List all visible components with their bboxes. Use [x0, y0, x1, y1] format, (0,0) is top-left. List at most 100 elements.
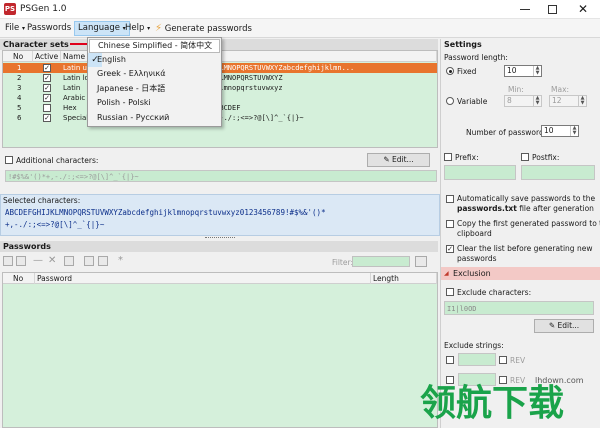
save-as-icon[interactable]: [98, 256, 108, 266]
selected-chars-line1: ABCDEFGHIJKLMNOPQRSTUVWXYZabcdefghijklmn…: [5, 208, 326, 217]
exclude-string-checkbox[interactable]: [446, 356, 454, 364]
chevron-down-icon: ▾: [147, 25, 151, 32]
prefix-input[interactable]: [444, 165, 516, 180]
row-active-checkbox[interactable]: ✓: [43, 84, 51, 92]
edit-icon: ✎: [548, 321, 556, 330]
selected-chars-line2: +,-./:;<=>?@[\]^_`{|}~: [5, 220, 105, 229]
additional-chars-field[interactable]: !#$%&'()*+,-./:;<=>?@[\]^_`{|}~: [5, 170, 437, 182]
filter-label: Filter:: [332, 258, 353, 267]
exclude-chars-input[interactable]: I1|l0OD: [444, 301, 594, 315]
row-active-checkbox[interactable]: ✓: [43, 94, 51, 102]
col-length[interactable]: Length: [371, 273, 437, 284]
postfix-checkbox[interactable]: [521, 153, 529, 161]
auto-save-checkbox[interactable]: [446, 195, 454, 203]
col-password[interactable]: Password: [35, 273, 371, 284]
watermark-brand: 领航下载: [420, 383, 565, 424]
spinner-icon[interactable]: ▲ ▼: [578, 96, 586, 106]
fixed-radio[interactable]: [446, 67, 454, 75]
lightning-icon: ⚡: [155, 23, 163, 34]
fixed-label: Fixed: [457, 67, 477, 76]
additional-edit-button[interactable]: ✎ Edit...: [367, 153, 430, 167]
save-icon[interactable]: [84, 256, 94, 266]
fixed-length-input[interactable]: 10 ▲ ▼: [504, 65, 542, 77]
lang-polish[interactable]: Polish - Polski: [89, 96, 220, 110]
exclusion-edit-button[interactable]: ✎ Edit...: [534, 319, 594, 333]
clear-list-label-1: Clear the list before generating new: [457, 244, 593, 253]
postfix-label: Postfix:: [532, 153, 560, 162]
select-all-icon[interactable]: [3, 256, 13, 266]
max-length-input[interactable]: 12 ▲ ▼: [549, 95, 587, 107]
collapse-icon: ◢: [444, 270, 449, 277]
filter-input[interactable]: [352, 256, 410, 267]
length-label: Password length:: [444, 53, 508, 62]
exclude-strings-label: Exclude strings:: [444, 341, 504, 350]
exclude-chars-label: Exclude characters:: [457, 288, 532, 297]
settings-header: Settings: [444, 40, 482, 49]
rev-label: REV: [510, 356, 526, 365]
auto-save-label-2: passwords.txt file after generation: [457, 204, 594, 213]
max-label: Max:: [551, 85, 570, 94]
col-no[interactable]: No: [11, 273, 35, 284]
postfix-input[interactable]: [521, 165, 595, 180]
lang-russian[interactable]: Russian - Русский: [89, 111, 220, 125]
minimize-button[interactable]: [520, 9, 530, 10]
variable-label: Variable: [457, 97, 488, 106]
spinner-icon[interactable]: ▲ ▼: [533, 96, 541, 106]
title-bar: PS PSGen 1.0 ✕: [0, 0, 600, 19]
auto-save-label-1: Automatically save passwords to the: [457, 194, 596, 203]
additional-chars-label: Additional characters:: [16, 156, 99, 165]
menu-help[interactable]: Help ▾: [122, 21, 153, 36]
exclusion-header[interactable]: ◢ Exclusion: [441, 267, 600, 280]
edit-icon: ✎: [383, 155, 390, 164]
passwords-header: Passwords: [0, 241, 438, 252]
copy-first-label-2: clipboard: [457, 229, 492, 238]
asterisk-icon[interactable]: *: [118, 255, 123, 266]
row-active-checkbox[interactable]: [43, 104, 51, 112]
col-active[interactable]: Active: [33, 51, 61, 62]
close-icon[interactable]: ✕: [578, 2, 588, 16]
min-length-input[interactable]: 8 ▲ ▼: [504, 95, 542, 107]
lang-japanese[interactable]: Japanese - 日本語: [89, 82, 220, 96]
rev-checkbox[interactable]: [499, 356, 507, 364]
col-no[interactable]: No: [11, 51, 33, 62]
row-active-checkbox[interactable]: ✓: [43, 64, 51, 72]
prefix-checkbox[interactable]: [444, 153, 452, 161]
remove-icon[interactable]: —: [33, 255, 43, 266]
count-label: Number of passwords:: [466, 128, 551, 137]
language-dropdown: Chinese Simplified - 简体中文 ✓ English Gree…: [87, 37, 222, 127]
exclude-string-input[interactable]: [458, 353, 496, 366]
passwords-toolbar: — ✕ * Filter:: [0, 253, 438, 271]
app-icon: PS: [4, 3, 16, 15]
count-input[interactable]: 10 ▲ ▼: [541, 125, 579, 137]
passwords-table: No Password Length: [2, 272, 438, 428]
select-none-icon[interactable]: [16, 256, 26, 266]
passwords-body: [3, 284, 437, 427]
spinner-icon[interactable]: ▲ ▼: [570, 126, 578, 136]
copy-icon[interactable]: [64, 256, 74, 266]
additional-chars-checkbox[interactable]: [5, 156, 13, 164]
row-active-checkbox[interactable]: ✓: [43, 114, 51, 122]
delete-icon[interactable]: ✕: [48, 255, 56, 266]
spinner-icon[interactable]: ▲ ▼: [533, 66, 541, 76]
row-active-checkbox[interactable]: ✓: [43, 74, 51, 82]
copy-first-label-1: Copy the first generated password to the: [457, 219, 600, 228]
lang-english[interactable]: English: [89, 53, 220, 67]
menu-passwords[interactable]: Passwords ▾: [24, 21, 80, 36]
min-label: Min:: [508, 85, 524, 94]
window-title: PSGen 1.0: [20, 4, 67, 14]
generate-passwords-button[interactable]: ⚡ Generate passwords: [152, 21, 255, 36]
table-header: No Password Length: [3, 273, 437, 284]
copy-first-checkbox[interactable]: [446, 220, 454, 228]
exclude-chars-checkbox[interactable]: [446, 288, 454, 296]
prefix-label: Prefix:: [455, 153, 479, 162]
splitter-handle[interactable]: [205, 237, 235, 239]
maximize-button[interactable]: [548, 5, 557, 14]
lang-greek[interactable]: Greek - Ελληνικά: [89, 67, 220, 81]
clear-list-checkbox[interactable]: ✓: [446, 245, 454, 253]
clear-list-label-2: passwords: [457, 254, 497, 263]
lang-chinese[interactable]: Chinese Simplified - 简体中文: [89, 39, 220, 53]
variable-radio[interactable]: [446, 97, 454, 105]
filter-clear-icon[interactable]: [415, 256, 427, 267]
selected-chars-label: Selected characters:: [3, 196, 81, 205]
menu-bar: File ▾ Passwords ▾ Language ▾ Help ▾ ⚡ G…: [0, 19, 600, 38]
